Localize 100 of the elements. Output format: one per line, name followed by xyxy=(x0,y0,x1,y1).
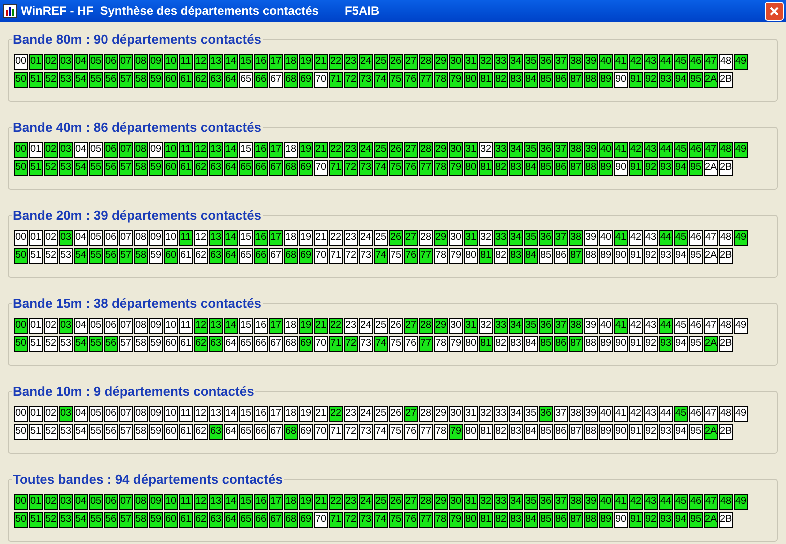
department-cell: 69 xyxy=(299,336,313,352)
department-cell: 83 xyxy=(509,424,523,440)
department-cell: 21 xyxy=(314,230,328,246)
department-cell: 08 xyxy=(134,142,148,158)
department-cell: 85 xyxy=(539,160,553,176)
department-cell: 45 xyxy=(674,230,688,246)
department-cell: 58 xyxy=(134,424,148,440)
department-cell: 08 xyxy=(134,406,148,422)
department-cell: 91 xyxy=(629,336,643,352)
department-cell: 29 xyxy=(434,230,448,246)
department-cell: 81 xyxy=(479,512,493,528)
department-cell: 84 xyxy=(524,424,538,440)
department-cell: 77 xyxy=(419,336,433,352)
department-cell: 22 xyxy=(329,54,343,70)
department-cell: 48 xyxy=(719,142,733,158)
department-cell: 27 xyxy=(404,494,418,510)
department-cell: 38 xyxy=(569,142,583,158)
department-cell: 92 xyxy=(644,72,658,88)
department-cell: 58 xyxy=(134,160,148,176)
department-cell: 34 xyxy=(509,494,523,510)
department-cell: 00 xyxy=(14,318,28,334)
department-cell: 70 xyxy=(314,336,328,352)
department-cell: 78 xyxy=(434,248,448,264)
department-cell: 22 xyxy=(329,230,343,246)
department-cell: 15 xyxy=(239,54,253,70)
department-cell: 88 xyxy=(584,512,598,528)
department-cell: 63 xyxy=(209,512,223,528)
department-cell: 12 xyxy=(194,494,208,510)
department-cell: 72 xyxy=(344,248,358,264)
department-cell: 47 xyxy=(704,230,718,246)
department-cell: 86 xyxy=(554,336,568,352)
department-cell: 13 xyxy=(209,230,223,246)
department-cell: 28 xyxy=(419,230,433,246)
department-cell: 16 xyxy=(254,318,268,334)
department-cell: 62 xyxy=(194,336,208,352)
department-cell: 36 xyxy=(539,406,553,422)
department-cell: 05 xyxy=(89,494,103,510)
department-cell: 47 xyxy=(704,142,718,158)
department-cell: 51 xyxy=(29,512,43,528)
department-cell: 41 xyxy=(614,406,628,422)
department-cell: 44 xyxy=(659,54,673,70)
department-cell: 66 xyxy=(254,336,268,352)
department-cell: 35 xyxy=(524,406,538,422)
department-cell: 73 xyxy=(359,424,373,440)
department-cell: 81 xyxy=(479,336,493,352)
close-button[interactable] xyxy=(765,2,784,20)
department-cell: 44 xyxy=(659,318,673,334)
department-cell: 92 xyxy=(644,424,658,440)
department-cell: 28 xyxy=(419,494,433,510)
department-cell: 77 xyxy=(419,424,433,440)
department-cell: 01 xyxy=(29,142,43,158)
department-cell: 38 xyxy=(569,230,583,246)
department-cell: 40 xyxy=(599,142,613,158)
department-cell: 93 xyxy=(659,248,673,264)
department-cell: 31 xyxy=(464,142,478,158)
department-cell: 75 xyxy=(389,336,403,352)
department-cell: 88 xyxy=(584,72,598,88)
department-cell: 25 xyxy=(374,318,388,334)
app-icon xyxy=(3,4,17,18)
department-cell: 57 xyxy=(119,512,133,528)
department-cell: 88 xyxy=(584,424,598,440)
department-cell: 29 xyxy=(434,406,448,422)
department-cell: 87 xyxy=(569,72,583,88)
department-cell: 46 xyxy=(689,142,703,158)
close-icon xyxy=(770,6,779,16)
department-cell: 10 xyxy=(164,406,178,422)
department-cell: 67 xyxy=(269,424,283,440)
department-cell: 74 xyxy=(374,72,388,88)
department-cell: 53 xyxy=(59,424,73,440)
department-cell: 83 xyxy=(509,160,523,176)
department-cell: 23 xyxy=(344,142,358,158)
department-cell: 00 xyxy=(14,494,28,510)
department-cell: 07 xyxy=(119,54,133,70)
department-cell: 53 xyxy=(59,72,73,88)
department-cell: 49 xyxy=(734,318,748,334)
band-title: Toutes bandes : 94 départements contactés xyxy=(12,471,284,489)
department-cell: 59 xyxy=(149,72,163,88)
department-cell: 63 xyxy=(209,424,223,440)
department-cell: 87 xyxy=(569,248,583,264)
department-cell: 85 xyxy=(539,512,553,528)
department-cell: 65 xyxy=(239,336,253,352)
department-cell: 39 xyxy=(584,318,598,334)
department-cell: 36 xyxy=(539,318,553,334)
department-cell: 38 xyxy=(569,318,583,334)
department-cell: 90 xyxy=(614,336,628,352)
department-cell: 13 xyxy=(209,406,223,422)
department-cell: 06 xyxy=(104,406,118,422)
department-cell: 31 xyxy=(464,494,478,510)
department-cell: 24 xyxy=(359,54,373,70)
department-cell: 49 xyxy=(734,54,748,70)
department-cell: 60 xyxy=(164,248,178,264)
department-cell: 54 xyxy=(74,160,88,176)
department-cell: 78 xyxy=(434,424,448,440)
department-cell: 36 xyxy=(539,494,553,510)
department-cell: 24 xyxy=(359,406,373,422)
department-cell: 90 xyxy=(614,72,628,88)
department-cell: 51 xyxy=(29,160,43,176)
department-cell: 29 xyxy=(434,318,448,334)
department-cell: 39 xyxy=(584,54,598,70)
department-cell: 69 xyxy=(299,424,313,440)
